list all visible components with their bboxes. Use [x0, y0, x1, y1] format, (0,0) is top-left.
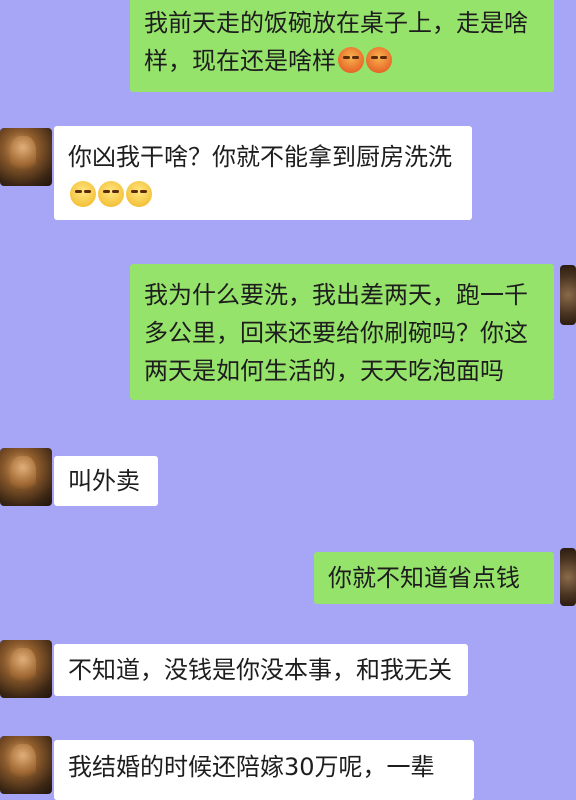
- avatar[interactable]: [560, 548, 576, 606]
- message-text: 我为什么要洗，我出差两天，跑一千多公里，回来还要给你刷碗吗？你这两天是如何生活的…: [144, 281, 528, 385]
- avatar[interactable]: [560, 265, 576, 325]
- avatar[interactable]: [0, 640, 52, 698]
- angry-face-icon: [338, 47, 364, 73]
- relieved-face-icon: [70, 181, 96, 207]
- message-text: 我前天走的饭碗放在桌子上，走是啥样，现在还是啥样: [144, 9, 528, 75]
- message-text: 你凶我干啥？你就不能拿到厨房洗洗: [68, 143, 452, 171]
- message-bubble-incoming[interactable]: 你凶我干啥？你就不能拿到厨房洗洗: [54, 126, 472, 220]
- message-bubble-outgoing[interactable]: 你就不知道省点钱: [314, 552, 554, 604]
- message-bubble-outgoing[interactable]: 我前天走的饭碗放在桌子上，走是啥样，现在还是啥样: [130, 0, 554, 92]
- message-text: 你就不知道省点钱: [328, 564, 520, 592]
- message-bubble-incoming[interactable]: 叫外卖: [54, 456, 158, 506]
- message-text: 叫外卖: [68, 467, 140, 495]
- message-bubble-incoming[interactable]: 不知道，没钱是你没本事，和我无关: [54, 644, 468, 696]
- avatar[interactable]: [0, 736, 52, 794]
- relieved-face-icon: [126, 181, 152, 207]
- message-text: 不知道，没钱是你没本事，和我无关: [68, 656, 452, 684]
- message-text: 我结婚的时候还陪嫁30万呢，一辈: [68, 753, 435, 781]
- message-bubble-outgoing[interactable]: 我为什么要洗，我出差两天，跑一千多公里，回来还要给你刷碗吗？你这两天是如何生活的…: [130, 264, 554, 400]
- relieved-face-icon: [98, 181, 124, 207]
- angry-face-icon: [366, 47, 392, 73]
- avatar[interactable]: [0, 128, 52, 186]
- message-bubble-incoming[interactable]: 我结婚的时候还陪嫁30万呢，一辈: [54, 740, 474, 800]
- avatar[interactable]: [0, 448, 52, 506]
